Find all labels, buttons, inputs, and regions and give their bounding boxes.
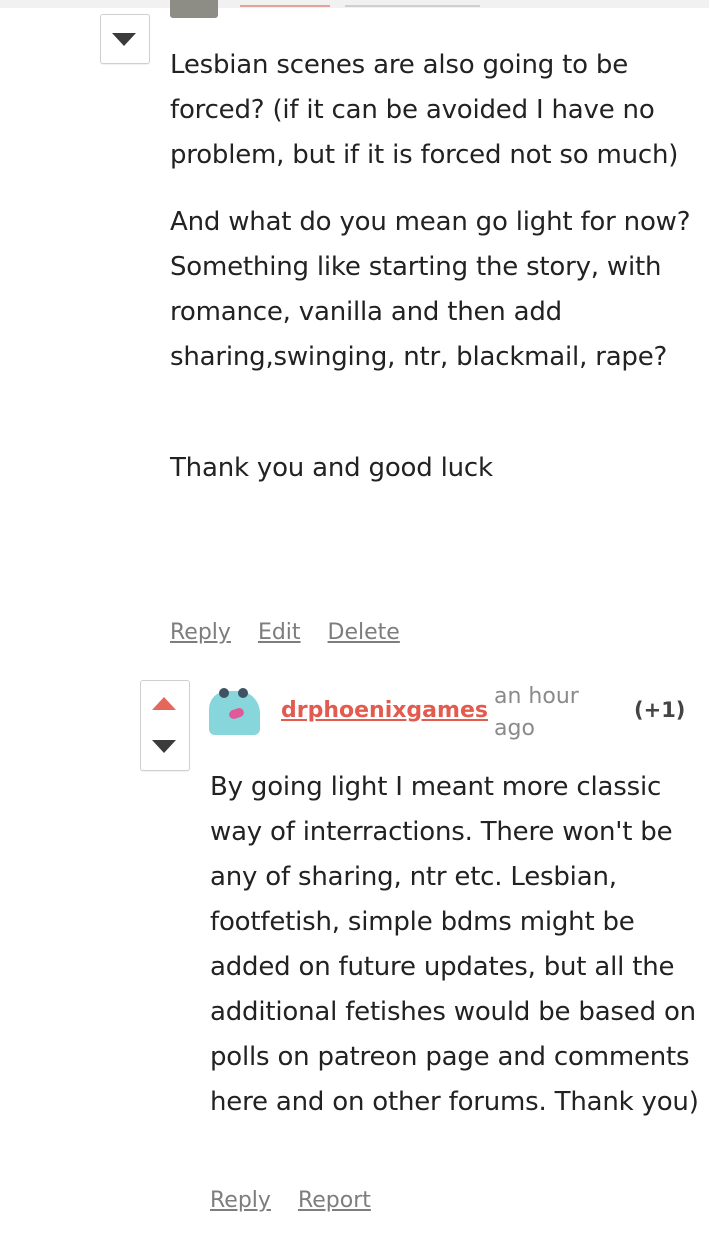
- comment-body: Lesbian scenes are also going to be forc…: [170, 43, 695, 491]
- username-link[interactable]: drphoenixgames: [281, 698, 488, 723]
- timestamp: [345, 0, 480, 7]
- comment-actions: Reply Report: [210, 1188, 391, 1213]
- comment-paragraph: And what do you mean go light for now? S…: [170, 207, 691, 372]
- reply-link[interactable]: Reply: [170, 620, 231, 645]
- edit-link[interactable]: Edit: [258, 620, 301, 645]
- report-link[interactable]: Report: [298, 1188, 371, 1213]
- reply-body: By going light I meant more classic way …: [210, 772, 699, 1117]
- comment-actions: Reply Edit Delete: [170, 620, 420, 645]
- delete-link[interactable]: Delete: [328, 620, 400, 645]
- avatar-eye: [219, 688, 229, 698]
- avatar-eye: [238, 688, 248, 698]
- avatar: [170, 0, 218, 18]
- vote-box: [100, 14, 150, 64]
- comment-paragraph: Thank you and good luck: [170, 453, 493, 483]
- vote-box: [140, 680, 190, 771]
- downvote-icon[interactable]: [112, 33, 136, 46]
- comment-paragraph: Lesbian scenes are also going to be forc…: [170, 50, 679, 170]
- score-badge: (+1): [634, 698, 686, 722]
- reply-link[interactable]: Reply: [210, 1188, 271, 1213]
- downvote-icon[interactable]: [152, 740, 176, 753]
- username-link[interactable]: [240, 0, 330, 7]
- timestamp: an hour ago: [494, 684, 579, 741]
- upvote-icon[interactable]: [152, 697, 176, 710]
- avatar[interactable]: [209, 687, 260, 737]
